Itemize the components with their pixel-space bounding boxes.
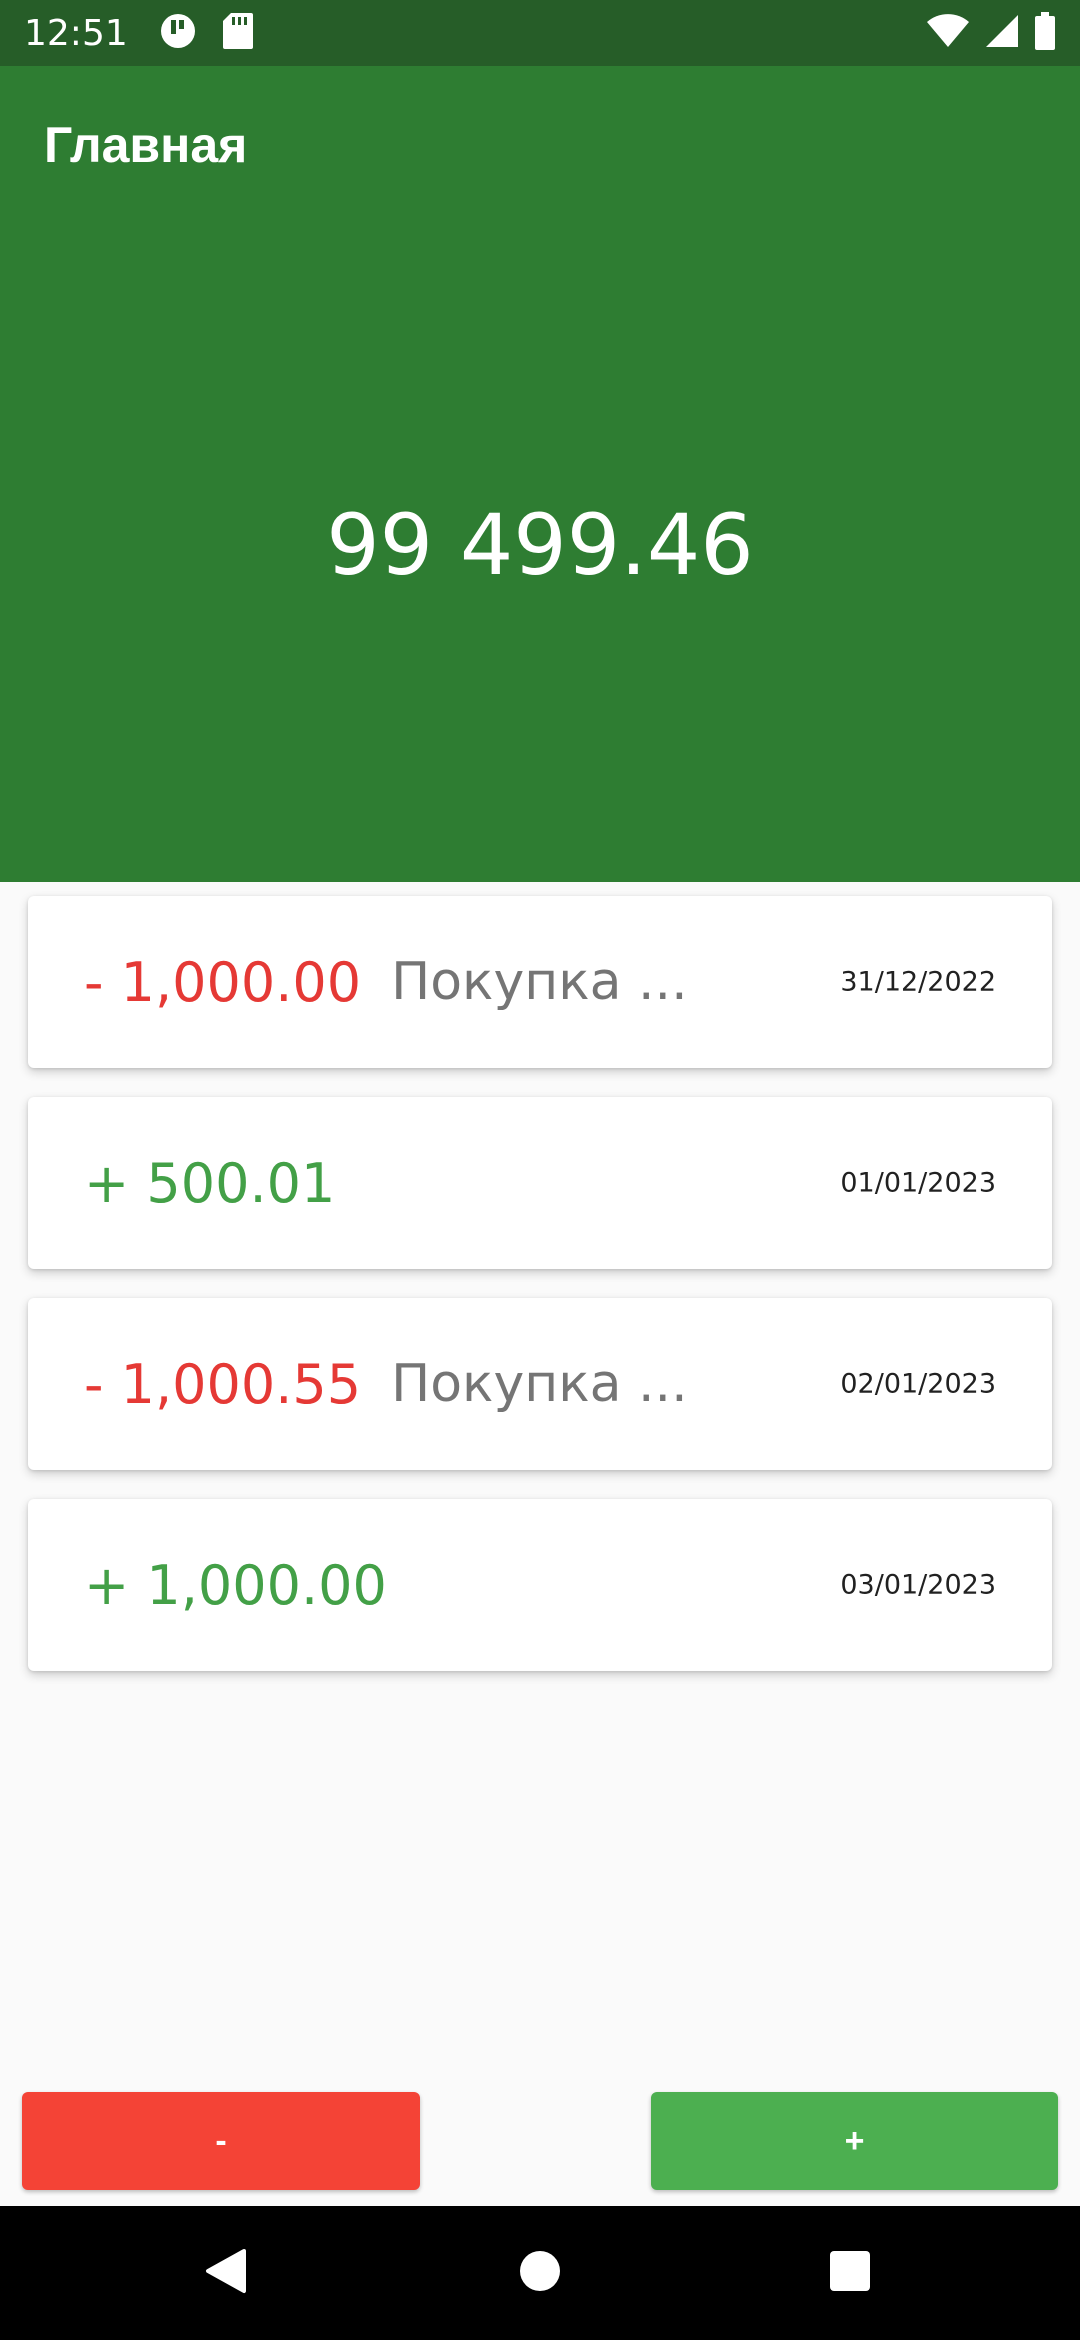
transaction-card[interactable]: - 1,000.00 Покупка ... 31/12/2022 [28, 896, 1052, 1068]
status-bar: 12:51 [0, 0, 1080, 66]
transaction-amount: - 1,000.55 [84, 1352, 362, 1416]
transaction-card[interactable]: - 1,000.55 Покупка ... 02/01/2023 [28, 1298, 1052, 1470]
status-time: 12:51 [24, 12, 128, 54]
status-right-icons [926, 11, 1056, 56]
battery-icon [1034, 11, 1056, 56]
transaction-card[interactable]: + 500.01 01/01/2023 [28, 1097, 1052, 1269]
data-saver-icon [158, 11, 198, 56]
add-income-button[interactable]: + [651, 2092, 1058, 2190]
home-button[interactable] [480, 2206, 600, 2340]
screen: 12:51 Главная 99 499.46 - 1,000.00 Покуп… [0, 0, 1080, 2340]
navigation-bar [0, 2206, 1080, 2340]
transaction-date: 02/01/2023 [840, 1368, 996, 1400]
transaction-description: Покупка ... [391, 1354, 688, 1414]
transaction-amount: + 1,000.00 [84, 1553, 387, 1617]
transaction-date: 31/12/2022 [840, 966, 996, 998]
page-title: Главная [44, 117, 248, 173]
balance-amount: 99 499.46 [326, 496, 754, 594]
back-icon [204, 2247, 248, 2300]
transaction-amount: + 500.01 [84, 1151, 336, 1215]
transaction-date: 03/01/2023 [840, 1569, 996, 1601]
header: Главная 99 499.46 [0, 66, 1080, 882]
wifi-icon [926, 13, 970, 54]
status-left-icons [158, 11, 254, 56]
sd-card-icon [222, 12, 254, 55]
signal-icon [984, 13, 1020, 54]
back-button[interactable] [166, 2206, 286, 2340]
recents-icon [829, 2250, 871, 2297]
add-expense-button[interactable]: - [22, 2092, 420, 2190]
transaction-date: 01/01/2023 [840, 1167, 996, 1199]
recents-button[interactable] [790, 2206, 910, 2340]
transaction-list: - 1,000.00 Покупка ... 31/12/2022 + 500.… [28, 896, 1052, 1700]
transaction-description: Покупка ... [391, 952, 688, 1012]
transaction-card[interactable]: + 1,000.00 03/01/2023 [28, 1499, 1052, 1671]
transaction-amount: - 1,000.00 [84, 950, 362, 1014]
home-icon [519, 2250, 561, 2297]
